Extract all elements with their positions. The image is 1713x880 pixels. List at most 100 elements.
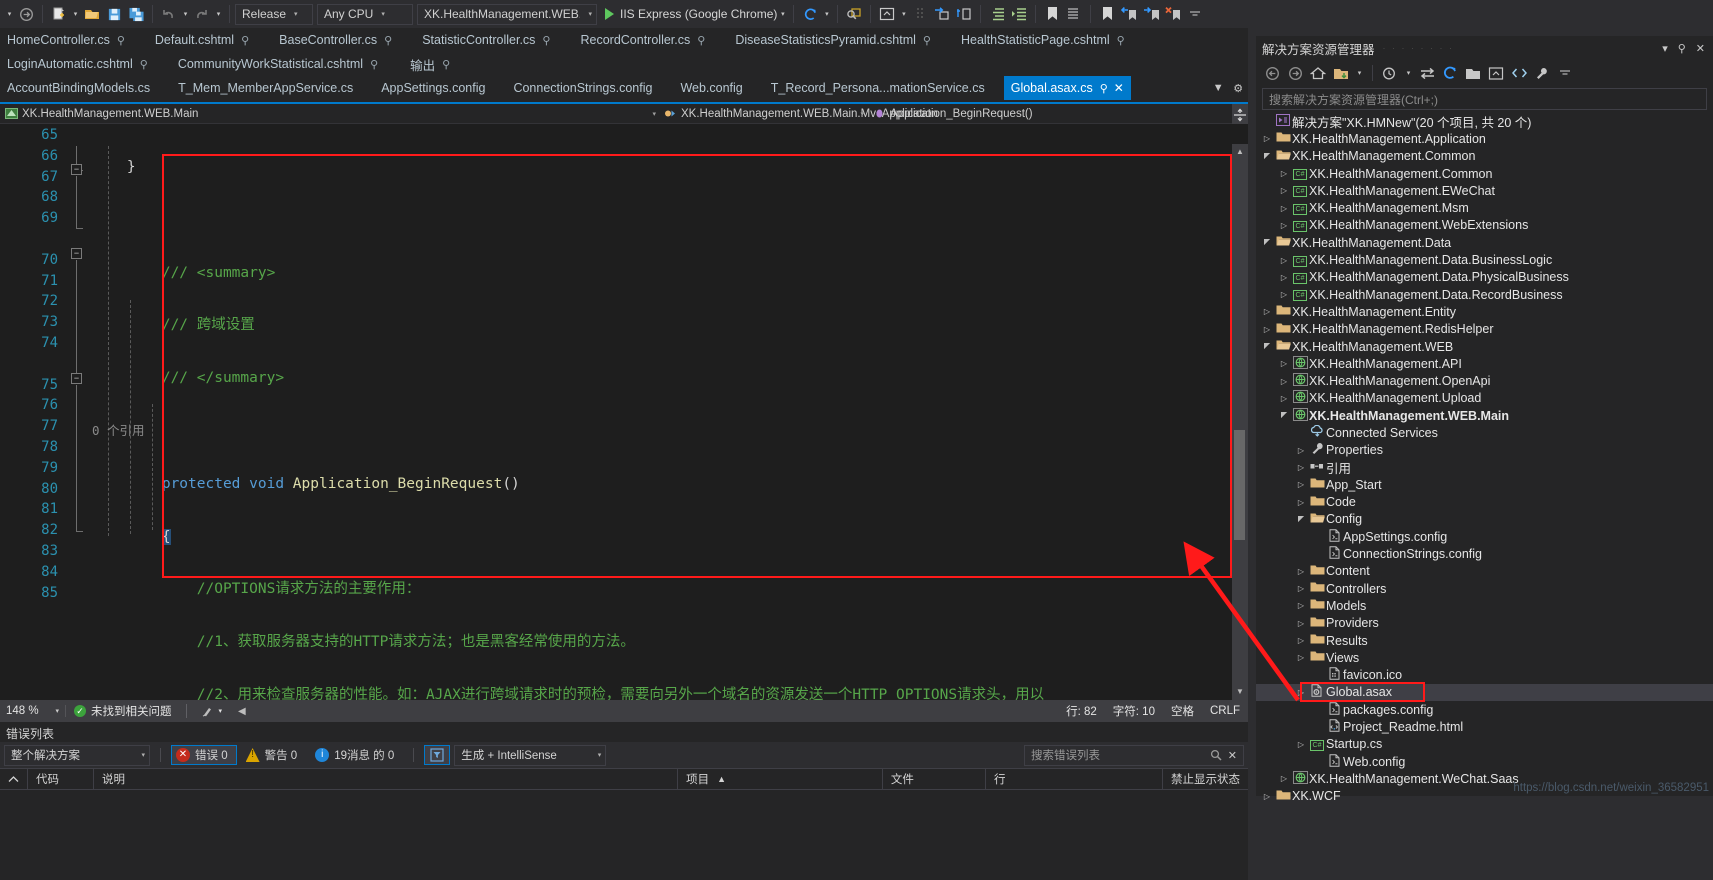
chevron-collapsed-icon[interactable]: ▷ [1294,653,1308,662]
step-over-icon[interactable] [953,3,975,25]
collapse-all-caret-icon[interactable]: ▾ [1354,69,1365,77]
solution-tree-node[interactable]: ▷ Controllers [1256,580,1713,597]
panel-dropdown-icon[interactable]: ▾ [1662,42,1668,55]
close-icon[interactable]: ✕ [1696,42,1705,55]
chevron-collapsed-icon[interactable]: ▷ [1277,774,1291,783]
start-debugging-button[interactable]: IIS Express (Google Chrome) ▾ [601,7,788,21]
solution-tree-node[interactable]: ▷ XK.HealthManagement.Upload [1256,390,1713,407]
chevron-expanded-icon[interactable]: ◢ [1277,411,1291,420]
chevron-collapsed-icon[interactable]: ▷ [1294,584,1308,593]
properties-icon[interactable] [1532,63,1552,83]
chevron-collapsed-icon[interactable]: ▷ [1260,792,1274,801]
scroll-down-arrow-icon[interactable]: ▼ [1232,684,1248,700]
solution-tree-node[interactable]: ▷ Global.asax [1256,683,1713,702]
solution-tree-node[interactable]: Connected Services [1256,424,1713,441]
tab-healthstatisticpage[interactable]: HealthStatisticPage.cshtml ⚲ [953,28,1132,52]
error-list-col-line[interactable]: 行 [986,768,1163,790]
tab-homecontroller[interactable]: HomeController.cs ⚲ [0,28,132,52]
chevron-collapsed-icon[interactable]: ▷ [1294,619,1308,628]
messages-filter-button[interactable]: i 19消息 的 0 [310,745,403,765]
preview-selected-icon[interactable] [876,3,898,25]
chevron-collapsed-icon[interactable]: ▷ [1277,290,1291,299]
nav-forward-icon[interactable] [15,3,37,25]
chevron-collapsed-icon[interactable]: ▷ [1277,204,1291,213]
bookmark-toggle-icon[interactable] [1096,3,1118,25]
preview-caret-icon[interactable]: ▾ [898,10,909,18]
solution-tree-node[interactable]: ▷ Code [1256,494,1713,511]
tab-global-asax-cs[interactable]: Global.asax.cs ⚲ ✕ [1003,76,1131,100]
solution-tree-node[interactable]: ▷ C# XK.HealthManagement.Data.BusinessLogi… [1256,251,1713,268]
new-item-caret-icon[interactable]: ▾ [70,10,81,18]
chevron-collapsed-icon[interactable]: ▷ [1277,169,1291,178]
solution-tree-node[interactable]: ▷ C# XK.HealthManagement.Common [1256,165,1713,182]
solution-tree-node[interactable]: ▷ Results [1256,632,1713,649]
chevron-collapsed-icon[interactable]: ▷ [1294,601,1308,610]
tab-diseasestatisticspyramid[interactable]: DiseaseStatisticsPyramid.cshtml ⚲ [728,28,938,52]
error-list-col-icon[interactable] [0,768,28,790]
error-list-col-description[interactable]: 说明 [94,768,679,790]
tab-web-config[interactable]: Web.config [673,76,750,100]
error-search-box[interactable]: 搜索错误列表 ✕ [1024,744,1244,766]
warnings-filter-button[interactable]: ! 警告 0 [241,745,307,765]
back-icon[interactable] [1262,63,1282,83]
pending-changes-caret-icon[interactable]: ▾ [1403,69,1414,77]
new-item-icon[interactable] [48,3,70,25]
chevron-collapsed-icon[interactable]: ▷ [1294,740,1308,749]
solution-platform-combo[interactable]: Any CPU ▾ [317,3,413,25]
error-list-col-suppression[interactable]: 禁止显示状态 [1163,768,1248,790]
chevron-expanded-icon[interactable]: ◢ [1260,342,1274,351]
fold-toggle-icon[interactable]: − [71,164,82,175]
tab-default-cshtml[interactable]: Default.cshtml ⚲ [147,28,257,52]
save-all-icon[interactable] [125,3,147,25]
tab-communityworkstatistical[interactable]: CommunityWorkStatistical.cshtml ⚲ [170,52,386,76]
pin-icon[interactable]: ⚲ [542,34,550,47]
chevron-collapsed-icon[interactable]: ▷ [1294,498,1308,507]
find-icon[interactable] [843,3,865,25]
switch-views-icon[interactable] [1555,63,1575,83]
step-into-icon[interactable] [931,3,953,25]
tab-output[interactable]: 输出 ⚲ [403,52,458,76]
pin-icon[interactable]: ⚲ [923,34,931,47]
chevron-down-icon[interactable]: ▾ [652,110,656,118]
chevron-down-icon[interactable]: ▾ [860,110,864,118]
pin-icon[interactable]: ⚲ [1678,42,1686,55]
undo-caret-icon[interactable]: ▾ [180,10,191,18]
chevron-collapsed-icon[interactable]: ▷ [1294,463,1308,472]
solution-tree-node[interactable]: Project_Readme.html [1256,718,1713,735]
chevron-collapsed-icon[interactable]: ▷ [1294,688,1308,697]
chevron-collapsed-icon[interactable]: ▷ [1277,256,1291,265]
issues-indicator[interactable]: ✓ 未找到相关问题 [66,703,180,719]
error-scope-combo[interactable]: 整个解决方案 ▾ [4,744,150,766]
bookmark-next-icon[interactable] [1140,3,1162,25]
bookmark-previous-icon[interactable] [1118,3,1140,25]
solution-tree-node[interactable]: ▷ Models [1256,597,1713,614]
redo-icon[interactable] [191,3,213,25]
preview-selected-items-icon[interactable] [1486,63,1506,83]
chevron-collapsed-icon[interactable]: ▷ [1277,394,1291,403]
solution-tree-node[interactable]: 解决方案"XK.HMNew"(20 个项目, 共 20 个) [1256,113,1713,130]
solution-tree-node[interactable]: favicon.ico [1256,667,1713,684]
pin-icon[interactable]: ⚲ [117,34,125,47]
solution-tree-node[interactable]: ▷ Properties [1256,442,1713,459]
open-file-icon[interactable] [81,3,103,25]
codelens-reference-count[interactable]: 0 个引用 [92,423,145,438]
solution-tree-node[interactable]: packages.config [1256,701,1713,718]
bookmarks-window-icon[interactable] [1063,3,1085,25]
solution-tree-node[interactable]: ▷ Content [1256,563,1713,580]
chevron-collapsed-icon[interactable]: ▷ [1277,359,1291,368]
solution-tree-node[interactable]: ◢ XK.HealthManagement.WEB.Main [1256,407,1713,424]
startup-project-combo[interactable]: XK.HealthManagement.WEB.Ma ▾ [417,3,597,25]
tab-accountbindingmodels[interactable]: AccountBindingModels.cs [0,76,158,100]
undo-icon[interactable] [158,3,180,25]
refresh-icon[interactable] [1440,63,1460,83]
close-icon[interactable]: ✕ [1114,81,1124,95]
chevron-collapsed-icon[interactable]: ▷ [1294,446,1308,455]
issue-filter-control[interactable]: ▾ [193,705,231,718]
error-list-col-file[interactable]: 文件 [883,768,986,790]
forward-icon[interactable] [1285,63,1305,83]
clear-search-icon[interactable]: ✕ [1228,749,1237,762]
solution-tree-node[interactable]: ▷ C# XK.HealthManagement.Data.PhysicalBusi… [1256,269,1713,286]
fold-toggle-icon[interactable]: − [71,248,82,259]
fold-toggle-icon[interactable]: − [71,373,82,384]
chevron-expanded-icon[interactable]: ◢ [1260,152,1274,161]
